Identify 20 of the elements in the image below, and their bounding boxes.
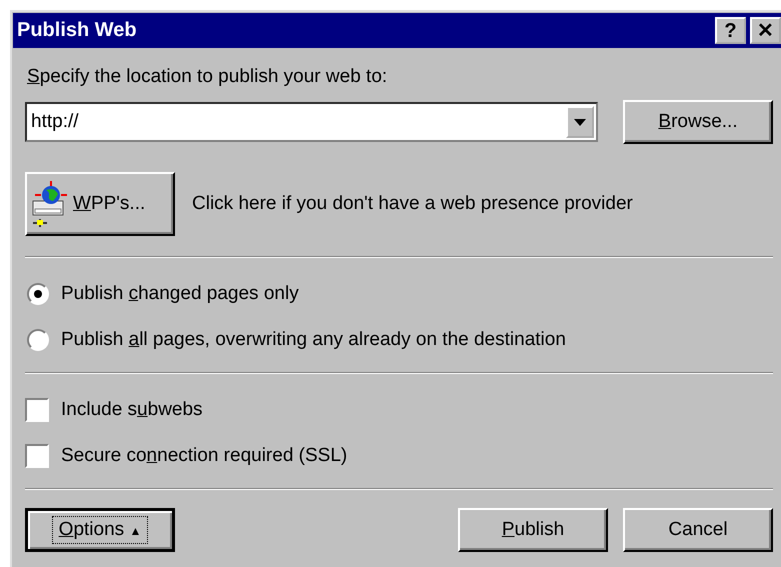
radio-button[interactable] (27, 329, 49, 351)
location-label: Specify the location to publish your web to: (27, 66, 388, 88)
radio-label: Publish changed pages only (61, 283, 299, 305)
options-button[interactable]: Options ▲ (25, 508, 175, 552)
browse-button[interactable]: Browse... (623, 100, 773, 144)
wpp-button[interactable]: WPP's... (25, 172, 175, 236)
publish-button[interactable]: Publish (458, 508, 608, 552)
radio-button[interactable] (27, 283, 49, 305)
url-input[interactable]: http:// (27, 111, 566, 133)
cancel-button[interactable]: Cancel (623, 508, 773, 552)
radio-label: Publish all pages, overwriting any already on the destination (61, 329, 566, 351)
close-button[interactable]: ✕ (750, 17, 781, 44)
checkbox-label: Include subwebs (61, 399, 203, 421)
location-combo-box[interactable]: http:// (25, 102, 598, 142)
checkbox[interactable] (25, 398, 49, 422)
wpp-hint: Click here if you don't have a web presence provider (192, 193, 633, 215)
window-title: Publish Web (17, 19, 137, 42)
checkbox-label: Secure connection required (SSL) (61, 445, 348, 467)
checkbox[interactable] (25, 444, 49, 468)
help-button[interactable]: ? (715, 17, 746, 44)
